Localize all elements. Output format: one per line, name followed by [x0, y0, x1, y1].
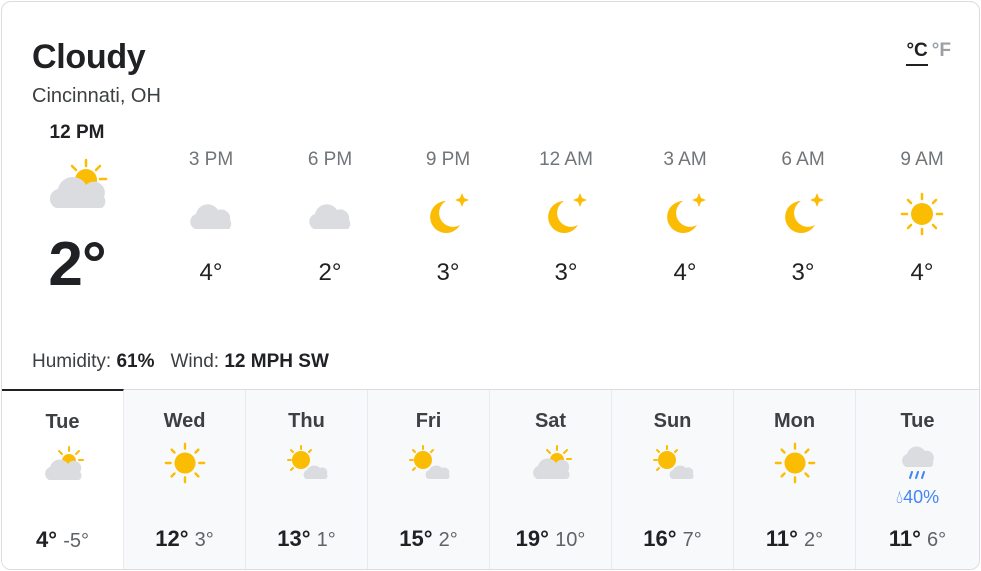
mostly-sunny-icon [246, 441, 367, 485]
hour-item[interactable]: 6 AM 3° [744, 149, 862, 287]
current-hour[interactable]: 12 PM 2° [32, 122, 122, 300]
raindrop-icon: 💧︎ [895, 487, 904, 507]
current-temp: 2° [48, 230, 106, 299]
hour-item[interactable]: 12 AM 3° [507, 149, 625, 287]
day-high: 15° [399, 526, 433, 551]
precip-chance [368, 487, 489, 509]
day-high: 12° [155, 526, 189, 551]
day-low: 3° [194, 529, 214, 551]
hour-temp: 3° [791, 259, 815, 286]
day-item[interactable]: Tue 💧︎40% 11° 6° [856, 390, 979, 569]
sun-icon [124, 441, 245, 485]
hour-item[interactable]: 6 PM 2° [271, 149, 389, 287]
precip-chance [2, 488, 123, 510]
precip-chance [124, 487, 245, 509]
precip-chance [734, 487, 855, 509]
hour-time: 9 PM [425, 149, 471, 170]
day-name: Thu [288, 410, 325, 432]
day-high: 4° [36, 527, 58, 552]
partly-cloudy-icon [2, 442, 123, 486]
day-item[interactable]: Fri 15° 2° [368, 390, 490, 569]
day-low: 1° [316, 529, 336, 551]
hour-item[interactable]: 3 AM 4° [626, 149, 744, 287]
precip-chance [490, 487, 611, 509]
day-item[interactable]: Mon 11° 2° [734, 390, 856, 569]
hour-temp: 2° [318, 259, 342, 286]
day-low: 2° [804, 529, 824, 551]
day-low: 10° [555, 529, 586, 551]
conditions-details: Humidity: 61% Wind: 12 MPH SW [32, 351, 329, 373]
humidity-value: 61% [116, 351, 155, 372]
rain-icon [856, 441, 979, 485]
condition-title: Cloudy [32, 38, 146, 76]
hour-item[interactable]: 3 PM 4° [152, 149, 270, 287]
hour-item[interactable]: 9 AM 4° [863, 149, 979, 287]
day-name: Wed [163, 410, 206, 432]
day-item[interactable]: Sun 16° 7° [612, 390, 734, 569]
day-name: Tue [45, 411, 80, 433]
day-item[interactable]: Sat 19° 10° [490, 390, 612, 569]
hour-temp: 4° [673, 259, 697, 286]
hour-temp: 4° [910, 259, 934, 286]
moon-icon [389, 189, 507, 239]
weather-card: Cloudy Cincinnati, OH °C °F 12 PM 2° 3 PM… [1, 1, 980, 570]
unit-toggle: °C °F [906, 40, 951, 66]
day-name: Mon [773, 410, 816, 432]
day-low: -5° [63, 530, 89, 552]
precip-chance [612, 487, 733, 509]
partly-cloudy-icon [490, 441, 611, 485]
day-name: Sat [534, 410, 567, 432]
hour-time: 6 PM [307, 149, 353, 170]
sun-icon [734, 441, 855, 485]
mostly-sunny-icon [368, 441, 489, 485]
hour-item[interactable]: 9 PM 3° [389, 149, 507, 287]
wind-label: Wind: [170, 351, 220, 372]
day-low: 6° [927, 529, 947, 551]
hourly-forecast: 3 PM 4° 6 PM 2° 9 PM 3° 12 AM 3° 3 AM 4°… [152, 149, 970, 309]
mostly-sunny-icon [612, 441, 733, 485]
hour-time: 12 AM [539, 149, 593, 170]
moon-icon [744, 189, 862, 239]
fahrenheit-button[interactable]: °F [932, 40, 951, 61]
day-high: 11° [888, 526, 921, 551]
day-high: 13° [277, 526, 311, 551]
hour-temp: 3° [554, 259, 578, 286]
cloud-icon [152, 189, 270, 239]
day-item[interactable]: Wed 12° 3° [124, 390, 246, 569]
daily-forecast: Tue 4° -5° Wed 12° 3° Thu 13° 1° Fri 15°… [2, 389, 979, 569]
day-low: 2° [438, 529, 458, 551]
partly-cloudy-icon [32, 156, 122, 219]
day-high: 19° [515, 526, 549, 551]
moon-icon [626, 189, 744, 239]
wind-value: 12 MPH SW [224, 351, 329, 372]
day-high: 11° [765, 526, 798, 551]
precip-value: 40% [903, 487, 940, 507]
moon-icon [507, 189, 625, 239]
sun-icon [863, 189, 979, 239]
day-high: 16° [643, 526, 677, 551]
cloud-icon [271, 189, 389, 239]
precip-chance: 💧︎40% [856, 487, 979, 509]
hour-temp: 3° [436, 259, 460, 286]
day-item[interactable]: Thu 13° 1° [246, 390, 368, 569]
location-label: Cincinnati, OH [32, 85, 161, 107]
celsius-button[interactable]: °C [906, 40, 928, 66]
day-name: Tue [900, 410, 935, 432]
hour-time: 3 PM [188, 149, 234, 170]
hour-time: 9 AM [900, 149, 944, 170]
current-time: 12 PM [49, 122, 105, 143]
hour-time: 6 AM [781, 149, 825, 170]
hour-time: 3 AM [663, 149, 707, 170]
precip-chance [246, 487, 367, 509]
day-name: Sun [653, 410, 692, 432]
hour-temp: 4° [199, 259, 223, 286]
day-name: Fri [415, 410, 442, 432]
day-low: 7° [682, 529, 702, 551]
day-item[interactable]: Tue 4° -5° [2, 389, 124, 569]
humidity-label: Humidity: [32, 351, 112, 372]
